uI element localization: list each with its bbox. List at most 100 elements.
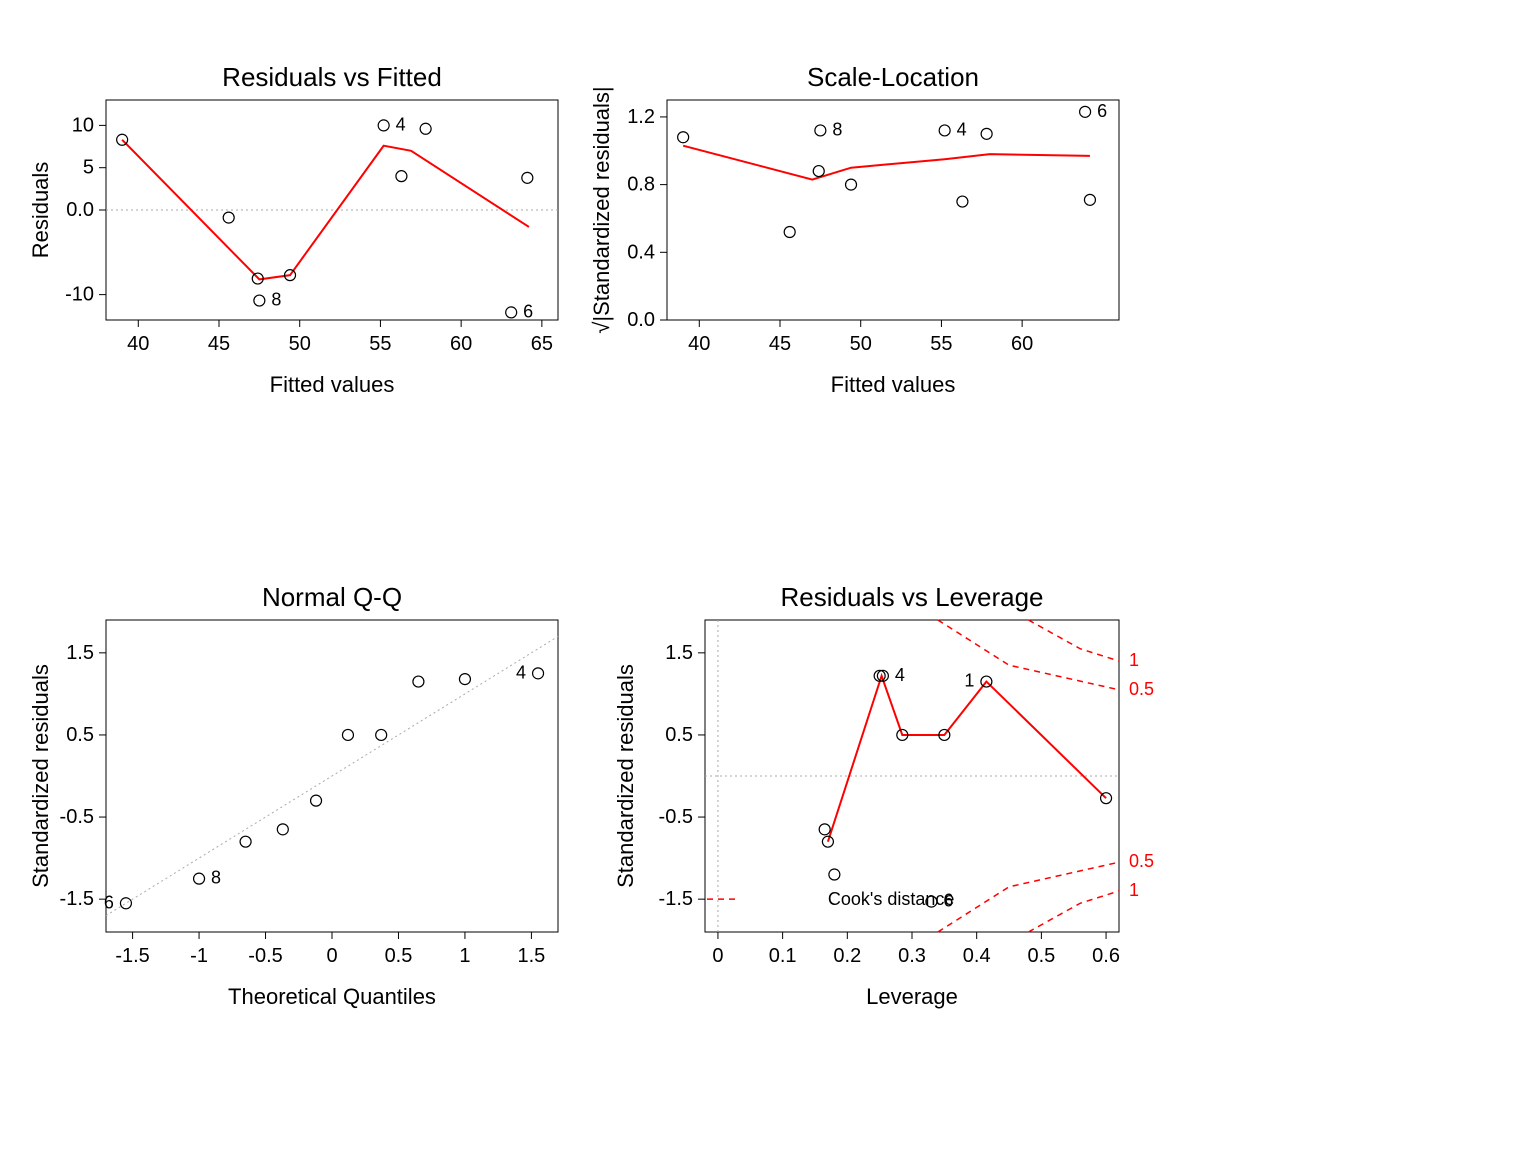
data-point <box>194 873 205 884</box>
cook-level-label: 1 <box>1129 650 1139 670</box>
x-axis-label: Fitted values <box>831 372 956 397</box>
data-point <box>376 729 387 740</box>
data-point <box>1084 194 1095 205</box>
panel-residuals_vs_fitted: Residuals vs Fitted404550556065Fitted va… <box>28 62 558 397</box>
lowess-line <box>828 676 1106 842</box>
cook-contour <box>1028 620 1119 661</box>
data-point <box>254 295 265 306</box>
qq-reference-line <box>106 636 558 915</box>
data-point <box>829 869 840 880</box>
data-point <box>342 729 353 740</box>
point-label: 4 <box>396 114 406 134</box>
data-point <box>784 227 795 238</box>
data-point <box>846 179 857 190</box>
data-point <box>396 171 407 182</box>
y-tick-label: -10 <box>65 284 94 306</box>
y-axis-label: √|Standardized residuals| <box>589 86 614 333</box>
data-point <box>819 824 830 835</box>
x-axis-label: Fitted values <box>270 372 395 397</box>
x-tick-label: 55 <box>369 333 391 355</box>
y-tick-label: 1.5 <box>665 642 693 664</box>
x-tick-label: 0 <box>326 945 337 967</box>
cook-level-label: 1 <box>1129 880 1139 900</box>
x-tick-label: 1.5 <box>518 945 546 967</box>
x-tick-label: 0.6 <box>1092 945 1120 967</box>
chart-title: Normal Q-Q <box>262 582 402 612</box>
data-point <box>815 125 826 136</box>
x-tick-label: 1 <box>459 945 470 967</box>
data-point <box>120 898 131 909</box>
y-tick-label: -0.5 <box>659 806 693 828</box>
y-tick-label: 0.8 <box>627 174 655 196</box>
data-point <box>533 668 544 679</box>
y-axis-label: Residuals <box>28 162 53 259</box>
lowess-line <box>683 146 1090 180</box>
y-tick-label: 1.2 <box>627 106 655 128</box>
point-label: 8 <box>271 290 281 310</box>
x-tick-label: 50 <box>850 333 872 355</box>
chart-title: Residuals vs Leverage <box>780 582 1043 612</box>
point-label: 4 <box>895 665 905 685</box>
x-tick-label: -1 <box>190 945 208 967</box>
chart-title: Scale-Location <box>807 62 979 92</box>
data-point <box>813 166 824 177</box>
x-tick-label: 0.1 <box>769 945 797 967</box>
x-tick-label: 0.2 <box>833 945 861 967</box>
data-point <box>240 836 251 847</box>
y-tick-label: 10 <box>72 114 94 136</box>
y-axis-label: Standardized residuals <box>613 664 638 888</box>
data-point <box>459 674 470 685</box>
x-tick-label: -1.5 <box>115 945 149 967</box>
panel-residuals_vs_leverage: Residuals vs Leverage 0 0.1 0.2 0.3 0.4 0.5 0.6… <box>613 582 1154 1009</box>
x-axis-label: Theoretical Quantiles <box>228 984 436 1009</box>
y-tick-label: 0.4 <box>627 241 655 263</box>
data-point <box>522 172 533 183</box>
data-point <box>378 120 389 131</box>
data-point <box>277 824 288 835</box>
panel-scale_location: Scale-Location 40 45 50 55 60 Fitted values 0.0… <box>589 62 1119 397</box>
y-axis-label: Standardized residuals <box>28 664 53 888</box>
point-label: 6 <box>943 891 953 911</box>
data-point <box>678 132 689 143</box>
cook-level-label: 0.5 <box>1129 851 1154 871</box>
chart-title: Residuals vs Fitted <box>222 62 442 92</box>
y-tick-label: 0.0 <box>66 199 94 221</box>
x-tick-label: 0.5 <box>385 945 413 967</box>
x-tick-label: 60 <box>1011 333 1033 355</box>
x-tick-label: 40 <box>127 333 149 355</box>
y-tick-label: 1.5 <box>66 642 94 664</box>
data-point <box>957 196 968 207</box>
point-label: 8 <box>832 119 842 139</box>
y-tick-label: -1.5 <box>659 888 693 910</box>
data-point <box>420 123 431 134</box>
x-tick-label: 0.3 <box>898 945 926 967</box>
data-point <box>506 307 517 318</box>
point-label: 4 <box>516 662 526 682</box>
x-tick-label: 65 <box>531 333 553 355</box>
data-point <box>311 795 322 806</box>
data-point <box>413 676 424 687</box>
y-tick-label: 0.5 <box>66 724 94 746</box>
x-tick-label: -0.5 <box>248 945 282 967</box>
y-tick-label: 5 <box>83 157 94 179</box>
panel-normal_qq: Normal Q-Q -1.5 -1 -0.5 0 0.5 1 1.5 Theoretical … <box>28 582 558 1009</box>
x-tick-label: 45 <box>769 333 791 355</box>
cook-contour <box>938 862 1119 932</box>
plot-border <box>667 100 1119 320</box>
x-tick-label: 0 <box>712 945 723 967</box>
x-tick-label: 45 <box>208 333 230 355</box>
cook-level-label: 0.5 <box>1129 679 1154 699</box>
cook-contour <box>1028 891 1119 932</box>
y-tick-label: 0.5 <box>665 724 693 746</box>
point-label: 6 <box>1097 101 1107 121</box>
x-tick-label: 55 <box>930 333 952 355</box>
data-point <box>981 128 992 139</box>
y-tick-label: 0.0 <box>627 309 655 331</box>
point-label: 1 <box>964 671 974 691</box>
x-tick-label: 0.4 <box>963 945 991 967</box>
point-label: 6 <box>523 301 533 321</box>
point-label: 8 <box>211 868 221 888</box>
y-tick-label: -1.5 <box>60 888 94 910</box>
x-tick-label: 40 <box>688 333 710 355</box>
point-label: 6 <box>104 892 114 912</box>
